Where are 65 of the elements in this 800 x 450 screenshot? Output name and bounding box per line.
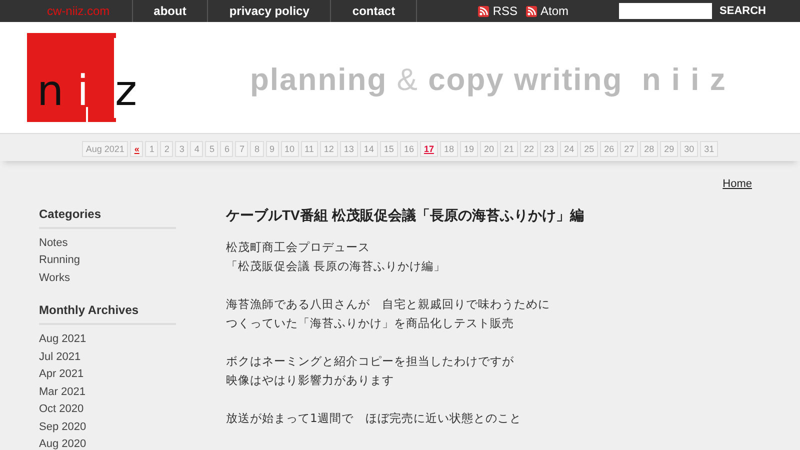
search-button[interactable]: SEARCH (714, 2, 772, 20)
calendar-day: 15 (380, 141, 398, 157)
sidebar-link[interactable]: Running (39, 252, 176, 270)
calendar-day: 1 (145, 141, 158, 157)
feed-icon (526, 6, 537, 16)
sidebar-link[interactable]: Aug 2021 (39, 331, 176, 348)
calendar-day: 5 (205, 141, 218, 157)
home-link[interactable]: Home (722, 176, 752, 192)
body-text: ボクはネーミングと紹介コピーを担当したわけですが (226, 352, 515, 370)
nav-link[interactable]: privacy policy (208, 2, 330, 20)
calendar-day: 23 (540, 141, 558, 157)
feed-link[interactable]: RSS (478, 2, 518, 20)
calendar-day: 4 (190, 141, 204, 157)
calendar-day: 25 (580, 141, 598, 157)
calendar-day: 18 (440, 141, 458, 157)
calendar-day-link[interactable]: 17 (420, 141, 438, 157)
calendar-day: 30 (680, 141, 698, 157)
body-text: 海苔漁師である八田さんが 自宅と親戚回りで味わうために (226, 296, 551, 312)
sidebar-link[interactable]: Oct 2020 (39, 401, 176, 418)
sidebar-link[interactable]: Notes (39, 234, 176, 252)
calendar-day: 29 (660, 141, 678, 157)
calendar-day: 13 (340, 141, 358, 157)
calendar-day: 19 (460, 141, 478, 157)
calendar-day: 6 (220, 141, 234, 157)
previous-month-link[interactable]: « (130, 141, 144, 157)
sidebar-link[interactable]: Works (39, 270, 176, 287)
calendar-day: 9 (266, 141, 279, 157)
calendar-day: 28 (640, 141, 658, 157)
site-tagline: planning & copy writing n i i z (250, 61, 726, 100)
body-text: 「松茂販促会議 長原の海苔ふりかけ編」 (226, 258, 447, 274)
nav-link[interactable]: about (132, 2, 208, 20)
feed-link[interactable]: Atom (526, 2, 569, 20)
calendar-day: 16 (400, 141, 418, 157)
post-title: ケーブルTV番組 松茂販促会議「長原の海苔ふりかけ」編 (226, 206, 584, 225)
nav-link[interactable]: contact (331, 2, 416, 20)
calendar-day: 12 (320, 141, 338, 157)
calendar-day: 20 (480, 141, 498, 157)
calendar-day: 10 (280, 141, 299, 157)
calendar-day: 24 (560, 141, 578, 157)
body-text: つくっていた「海苔ふりかけ」を商品化しテスト販売 (226, 314, 515, 332)
logo-drawing: n i z (27, 32, 137, 122)
calendar-day: 2 (160, 141, 174, 157)
calendar-day: 27 (620, 141, 638, 157)
sidebar-link[interactable]: Sep 2020 (39, 418, 176, 436)
calendar-day: 21 (500, 141, 518, 157)
calendar-day: 8 (250, 141, 264, 157)
sidebar-link[interactable]: Jul 2021 (39, 348, 176, 366)
body-text: 映像はやはり影響力があります (226, 372, 395, 388)
body-text: 松茂町商工会プロデュース (226, 238, 371, 256)
body-text: 放送が始まって1週間で ほぼ完売に近い状態とのこと (226, 410, 522, 426)
sidebar-link[interactable]: Mar 2021 (39, 384, 176, 401)
sidebar-link[interactable]: Apr 2021 (39, 366, 176, 384)
calendar-day: 31 (700, 141, 718, 157)
calendar-day: 14 (360, 141, 378, 157)
calendar-day: 26 (600, 141, 618, 157)
calendar-day: 11 (300, 141, 318, 157)
search-field[interactable] (618, 3, 712, 19)
sidebar-heading: Categories (39, 204, 176, 228)
calendar-day: 3 (175, 141, 188, 157)
calendar-day: 7 (235, 141, 248, 157)
sidebar-heading: Monthly Archives (39, 301, 176, 325)
sidebar-link[interactable]: Aug 2020 (39, 436, 176, 450)
calendar-month: Aug 2021 (82, 141, 128, 157)
calendar-day: 22 (520, 141, 538, 157)
feed-icon (478, 6, 489, 16)
